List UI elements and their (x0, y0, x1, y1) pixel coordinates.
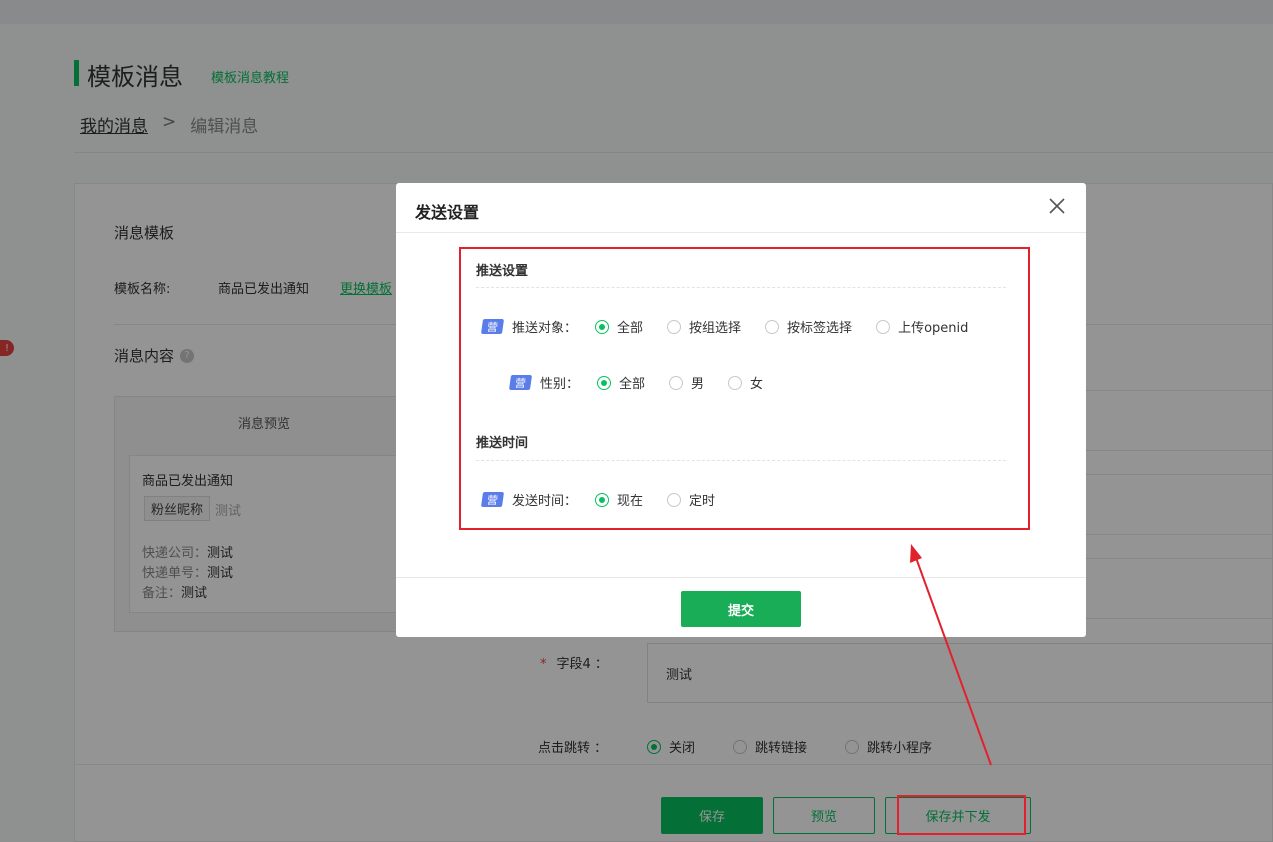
dialog-footer-divider (396, 577, 1086, 578)
highlight-box-save-send (897, 795, 1026, 835)
dialog-title: 发送设置 (415, 203, 480, 222)
submit-button[interactable]: 提交 (681, 591, 801, 627)
highlight-box-settings (459, 247, 1030, 530)
close-icon[interactable] (1046, 195, 1068, 217)
dialog-header-divider (396, 232, 1086, 233)
